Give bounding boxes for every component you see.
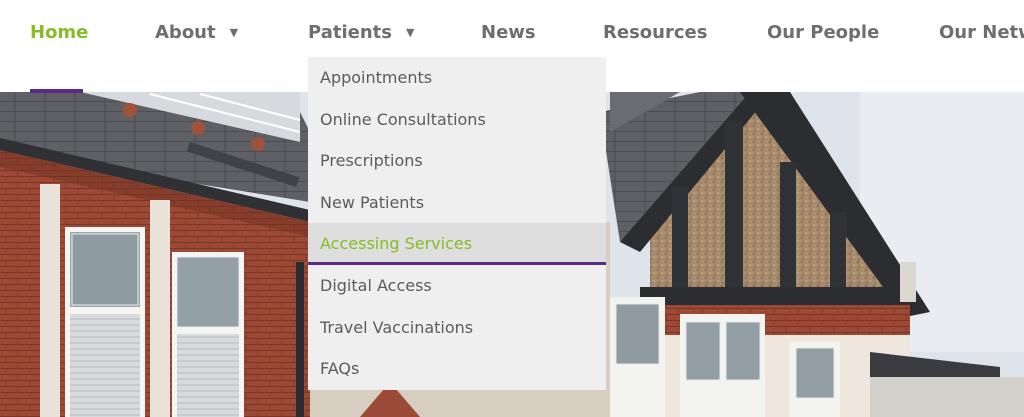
menu-item-appointments[interactable]: Appointments <box>308 57 606 99</box>
nav-our-network[interactable]: Our Netw <box>939 22 1024 43</box>
menu-item-travel-vaccinations[interactable]: Travel Vaccinations <box>308 307 606 349</box>
caret-down-icon: ▼ <box>229 26 239 39</box>
menu-item-online-consultations[interactable]: Online Consultations <box>308 99 606 141</box>
menu-item-prescriptions[interactable]: Prescriptions <box>308 140 606 182</box>
menu-item-faqs[interactable]: FAQs <box>308 348 606 390</box>
menu-item-new-patients[interactable]: New Patients <box>308 182 606 224</box>
menu-item-digital-access[interactable]: Digital Access <box>308 265 606 307</box>
nav-patients[interactable]: Patients ▼ <box>308 22 414 43</box>
nav-news[interactable]: News <box>481 22 536 43</box>
nav-our-people[interactable]: Our People <box>767 22 879 43</box>
nav-about[interactable]: About ▼ <box>155 22 238 43</box>
nav-patients-label: Patients <box>308 22 392 43</box>
patients-dropdown-menu: Appointments Online Consultations Prescr… <box>308 57 606 390</box>
nav-home[interactable]: Home <box>30 22 88 43</box>
nav-resources[interactable]: Resources <box>603 22 707 43</box>
menu-item-accessing-services[interactable]: Accessing Services <box>308 223 606 265</box>
active-nav-indicator <box>30 89 83 93</box>
caret-down-icon: ▼ <box>405 26 415 39</box>
nav-about-label: About <box>155 22 216 43</box>
